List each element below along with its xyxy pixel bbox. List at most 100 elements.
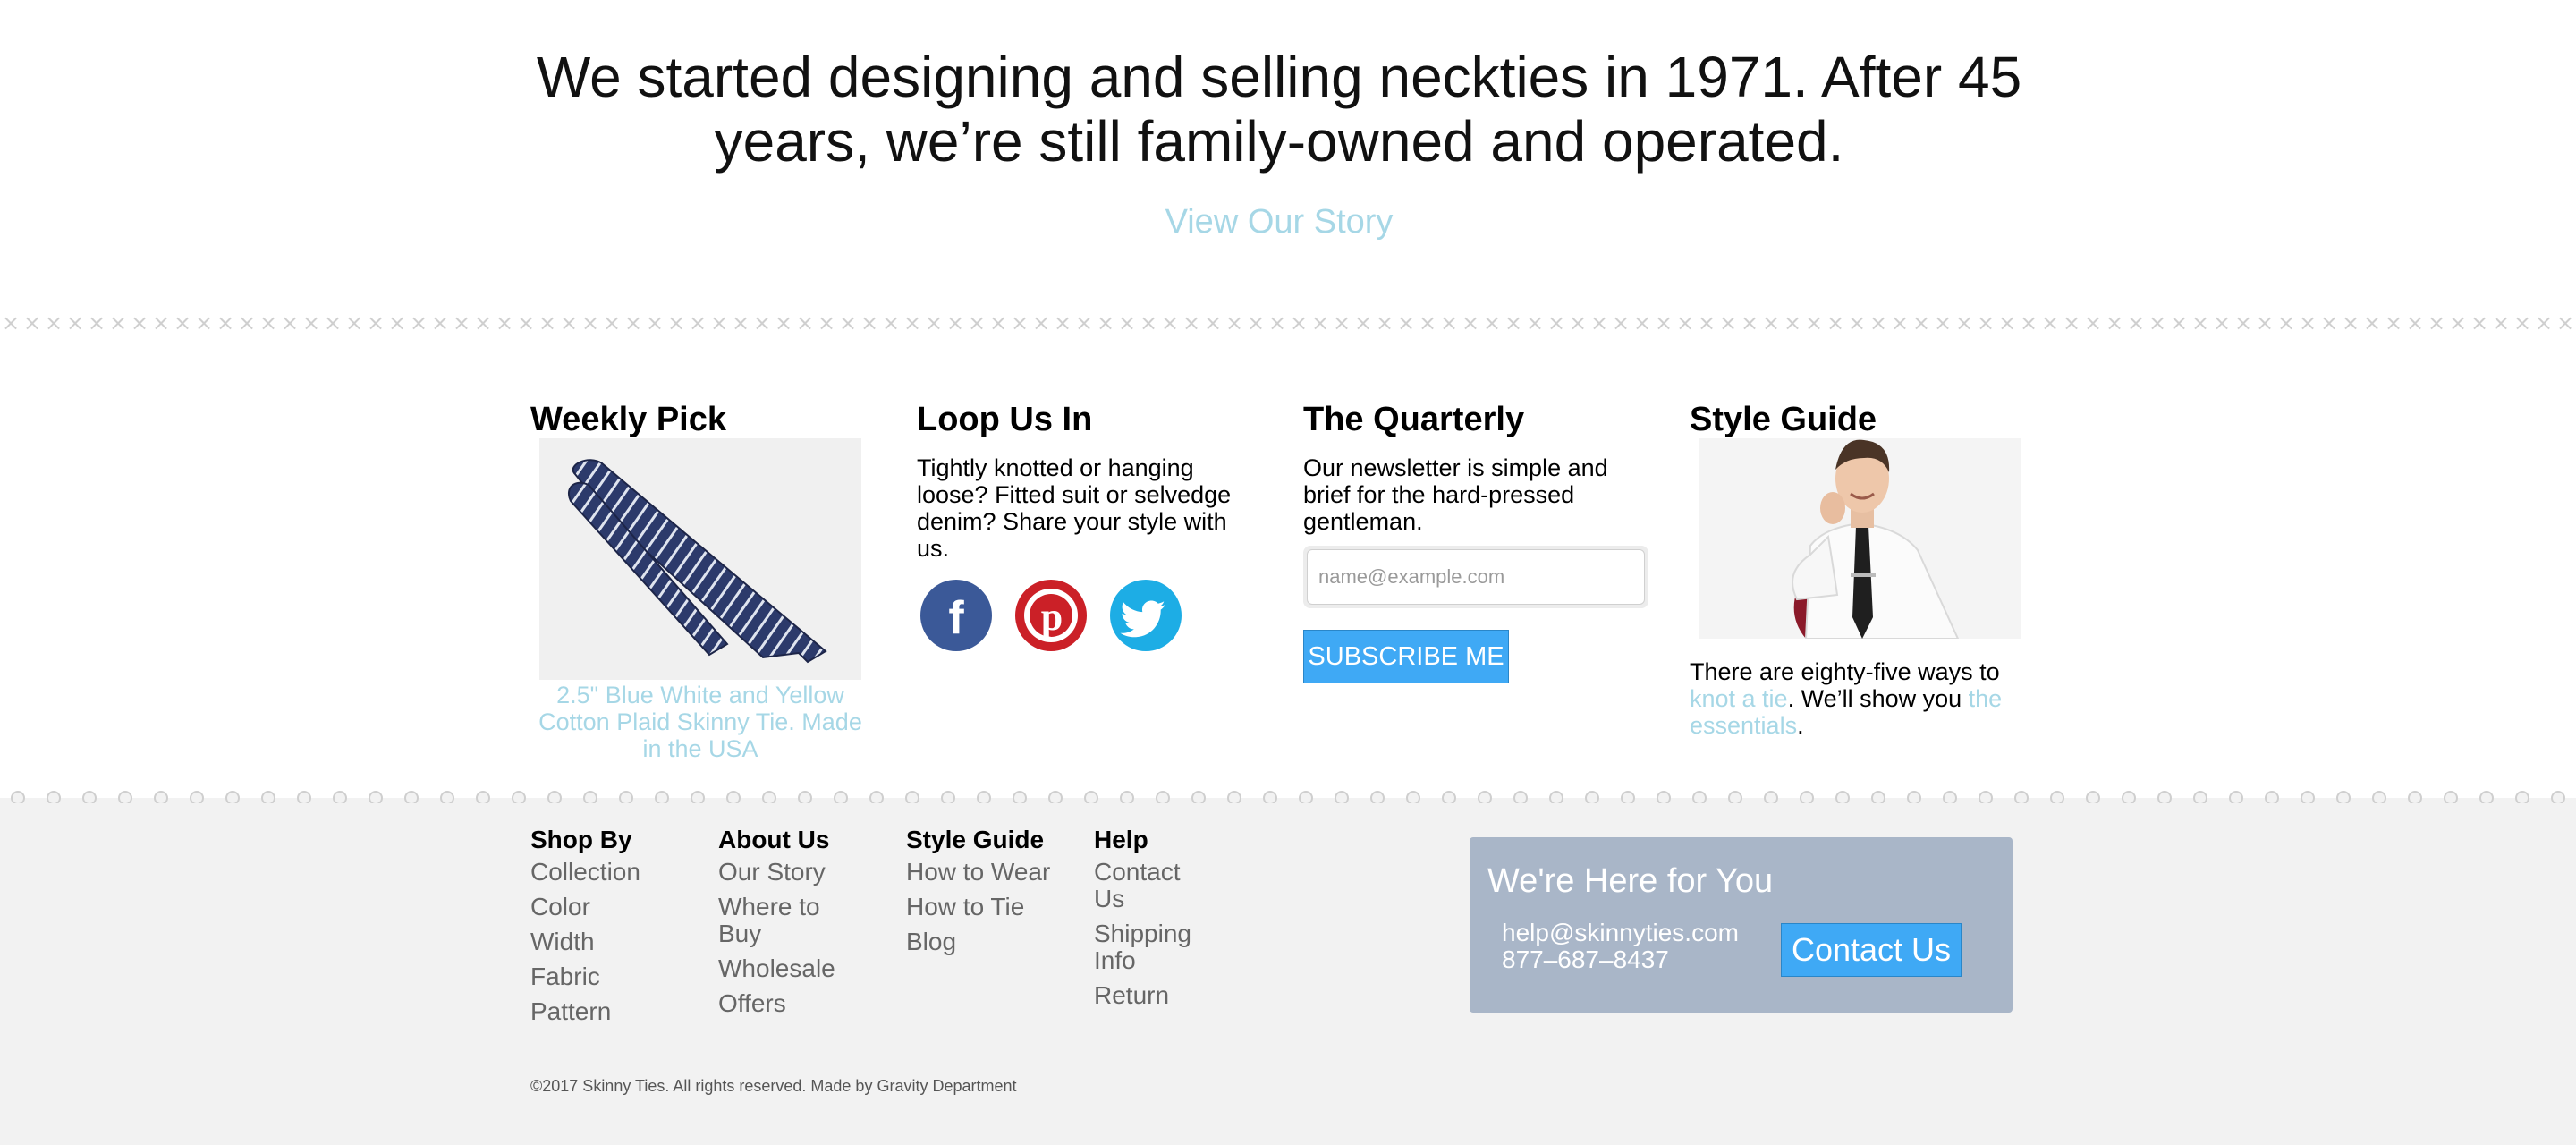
- stitch-mark: ×: [623, 310, 643, 335]
- stitch-mark: ×: [1868, 310, 1888, 335]
- scallop-bump: [2229, 791, 2243, 803]
- footer-link-fabric[interactable]: Fabric: [530, 963, 691, 990]
- scallop-bump: [1335, 791, 1349, 803]
- stitch-mark: ×: [1997, 310, 2017, 335]
- social-links: f p: [920, 580, 1182, 651]
- weekly-pick-caption[interactable]: 2.5" Blue White and Yellow Cotton Plaid …: [530, 682, 870, 762]
- footer-heading-about-us: About Us: [718, 826, 830, 853]
- scallop-bump: [1585, 791, 1599, 803]
- stitch-mark: ×: [2169, 310, 2189, 335]
- stitch-mark: ×: [2212, 310, 2232, 335]
- scallop-bump: [2408, 791, 2422, 803]
- scallop-bump: [2301, 791, 2315, 803]
- scallop-bump: [11, 791, 25, 803]
- footer-link-how-to-wear[interactable]: How to Wear: [906, 859, 1067, 886]
- scallop-bump: [1120, 791, 1134, 803]
- scallop-bump: [2515, 791, 2529, 803]
- twitter-icon[interactable]: [1110, 580, 1182, 651]
- scallop-bump: [1013, 791, 1027, 803]
- help-box: We're Here for You help@skinnyties.com 8…: [1470, 837, 2012, 1013]
- footer-link-offers[interactable]: Offers: [718, 990, 852, 1017]
- stitch-mark: ×: [1976, 310, 1996, 335]
- pinterest-icon[interactable]: p: [1015, 580, 1087, 651]
- stitch-mark: ×: [688, 310, 708, 335]
- stitch-mark: ×: [2341, 310, 2360, 335]
- scallop-bump: [1191, 791, 1206, 803]
- footer-link-pattern[interactable]: Pattern: [530, 998, 691, 1025]
- footer-link-contact-us[interactable]: Contact Us: [1094, 859, 1210, 912]
- model-portrait-icon: [1699, 438, 2021, 639]
- scallop-bump: [1764, 791, 1778, 803]
- scallop-bump: [1943, 791, 1957, 803]
- quarterly-column: The Quarterly Our newsletter is simple a…: [1303, 399, 1648, 683]
- footer-link-our-story[interactable]: Our Story: [718, 859, 852, 886]
- weekly-pick-tie-image[interactable]: [539, 438, 861, 680]
- stitch-mark: ×: [2534, 310, 2554, 335]
- stitch-mark: ×: [2019, 310, 2038, 335]
- scallop-bump: [2551, 791, 2565, 803]
- svg-text:p: p: [1041, 595, 1063, 639]
- stitch-mark: ×: [838, 310, 858, 335]
- stitch-mark: ×: [1332, 310, 1352, 335]
- footer-link-color[interactable]: Color: [530, 894, 691, 920]
- scallop-bump: [1442, 791, 1456, 803]
- loop-us-in-column: Loop Us In Tightly knotted or hanging lo…: [917, 399, 1257, 651]
- footer-link-collection[interactable]: Collection: [530, 859, 691, 886]
- hero-statement: We started designing and selling necktie…: [536, 45, 2022, 174]
- stitch-mark: ×: [559, 310, 579, 335]
- footer-link-where-to-buy[interactable]: Where to Buy: [718, 894, 852, 947]
- footer-link-shipping-info[interactable]: Shipping Info: [1094, 920, 1210, 974]
- email-field[interactable]: [1307, 549, 1645, 605]
- footer-link-return[interactable]: Return: [1094, 982, 1210, 1009]
- stitch-mark: ×: [2512, 310, 2532, 335]
- scallop-bump: [261, 791, 275, 803]
- stitch-mark: ×: [1525, 310, 1545, 335]
- scallop-bump: [2122, 791, 2136, 803]
- facebook-icon[interactable]: f: [920, 580, 992, 651]
- svg-text:f: f: [948, 592, 964, 644]
- stitch-mark: ×: [881, 310, 901, 335]
- stitch-mark: ×: [1182, 310, 1201, 335]
- stitch-mark: ×: [1139, 310, 1158, 335]
- stitch-mark: ×: [2362, 310, 2382, 335]
- scallop-bump: [47, 791, 61, 803]
- style-guide-text: There are eighty-five ways to knot a tie…: [1690, 658, 2029, 739]
- site-footer: Shop By Collection Color Width Fabric Pa…: [0, 791, 2576, 1145]
- scallop-bump: [1871, 791, 1885, 803]
- scallop-bump: [2050, 791, 2064, 803]
- stitch-mark: ×: [1096, 310, 1115, 335]
- stitch-mark: ×: [538, 310, 557, 335]
- help-email-link[interactable]: help@skinnyties.com: [1502, 920, 1739, 946]
- weekly-pick-column: Weekly Pick 2.5" Blue White and Yellow C…: [530, 399, 870, 762]
- footer-link-wholesale[interactable]: Wholesale: [718, 955, 852, 982]
- style-guide-model-image[interactable]: [1699, 438, 2021, 639]
- footer-link-width[interactable]: Width: [530, 929, 691, 955]
- stitch-mark: ×: [1504, 310, 1523, 335]
- view-our-story-link[interactable]: View Our Story: [0, 203, 2558, 242]
- footer-link-how-to-tie[interactable]: How to Tie: [906, 894, 1067, 920]
- stitch-mark: ×: [2233, 310, 2253, 335]
- footer-link-blog[interactable]: Blog: [906, 929, 1067, 955]
- stitch-mark: ×: [2148, 310, 2167, 335]
- stitch-mark: ×: [280, 310, 300, 335]
- stitch-mark: ×: [902, 310, 922, 335]
- scallop-bump: [547, 791, 562, 803]
- stitch-mark: ×: [194, 310, 214, 335]
- knot-a-tie-link[interactable]: knot a tie: [1690, 685, 1788, 712]
- scallop-bump: [1513, 791, 1528, 803]
- stitch-mark: ×: [2083, 310, 2103, 335]
- style-guide-text-start: There are eighty-five ways to: [1690, 658, 2000, 685]
- stitch-mark: ×: [2384, 310, 2403, 335]
- contact-us-button[interactable]: Contact Us: [1781, 923, 1962, 977]
- stitch-mark: ×: [87, 310, 106, 335]
- scallop-bump: [1621, 791, 1635, 803]
- stitch-mark: ×: [1740, 310, 1759, 335]
- scallop-bump: [1835, 791, 1850, 803]
- style-guide-column: Style Guide There are eighty-five ways t…: [1690, 399, 2029, 739]
- subscribe-button[interactable]: SUBSCRIBE ME: [1303, 630, 1509, 683]
- copyright-text: ©2017 Skinny Ties. All rights reserved. …: [530, 1077, 1017, 1095]
- stitch-mark: ×: [666, 310, 686, 335]
- stitch-mark: ×: [2448, 310, 2468, 335]
- stitch-mark: ×: [409, 310, 428, 335]
- stitch-mark: ×: [2276, 310, 2296, 335]
